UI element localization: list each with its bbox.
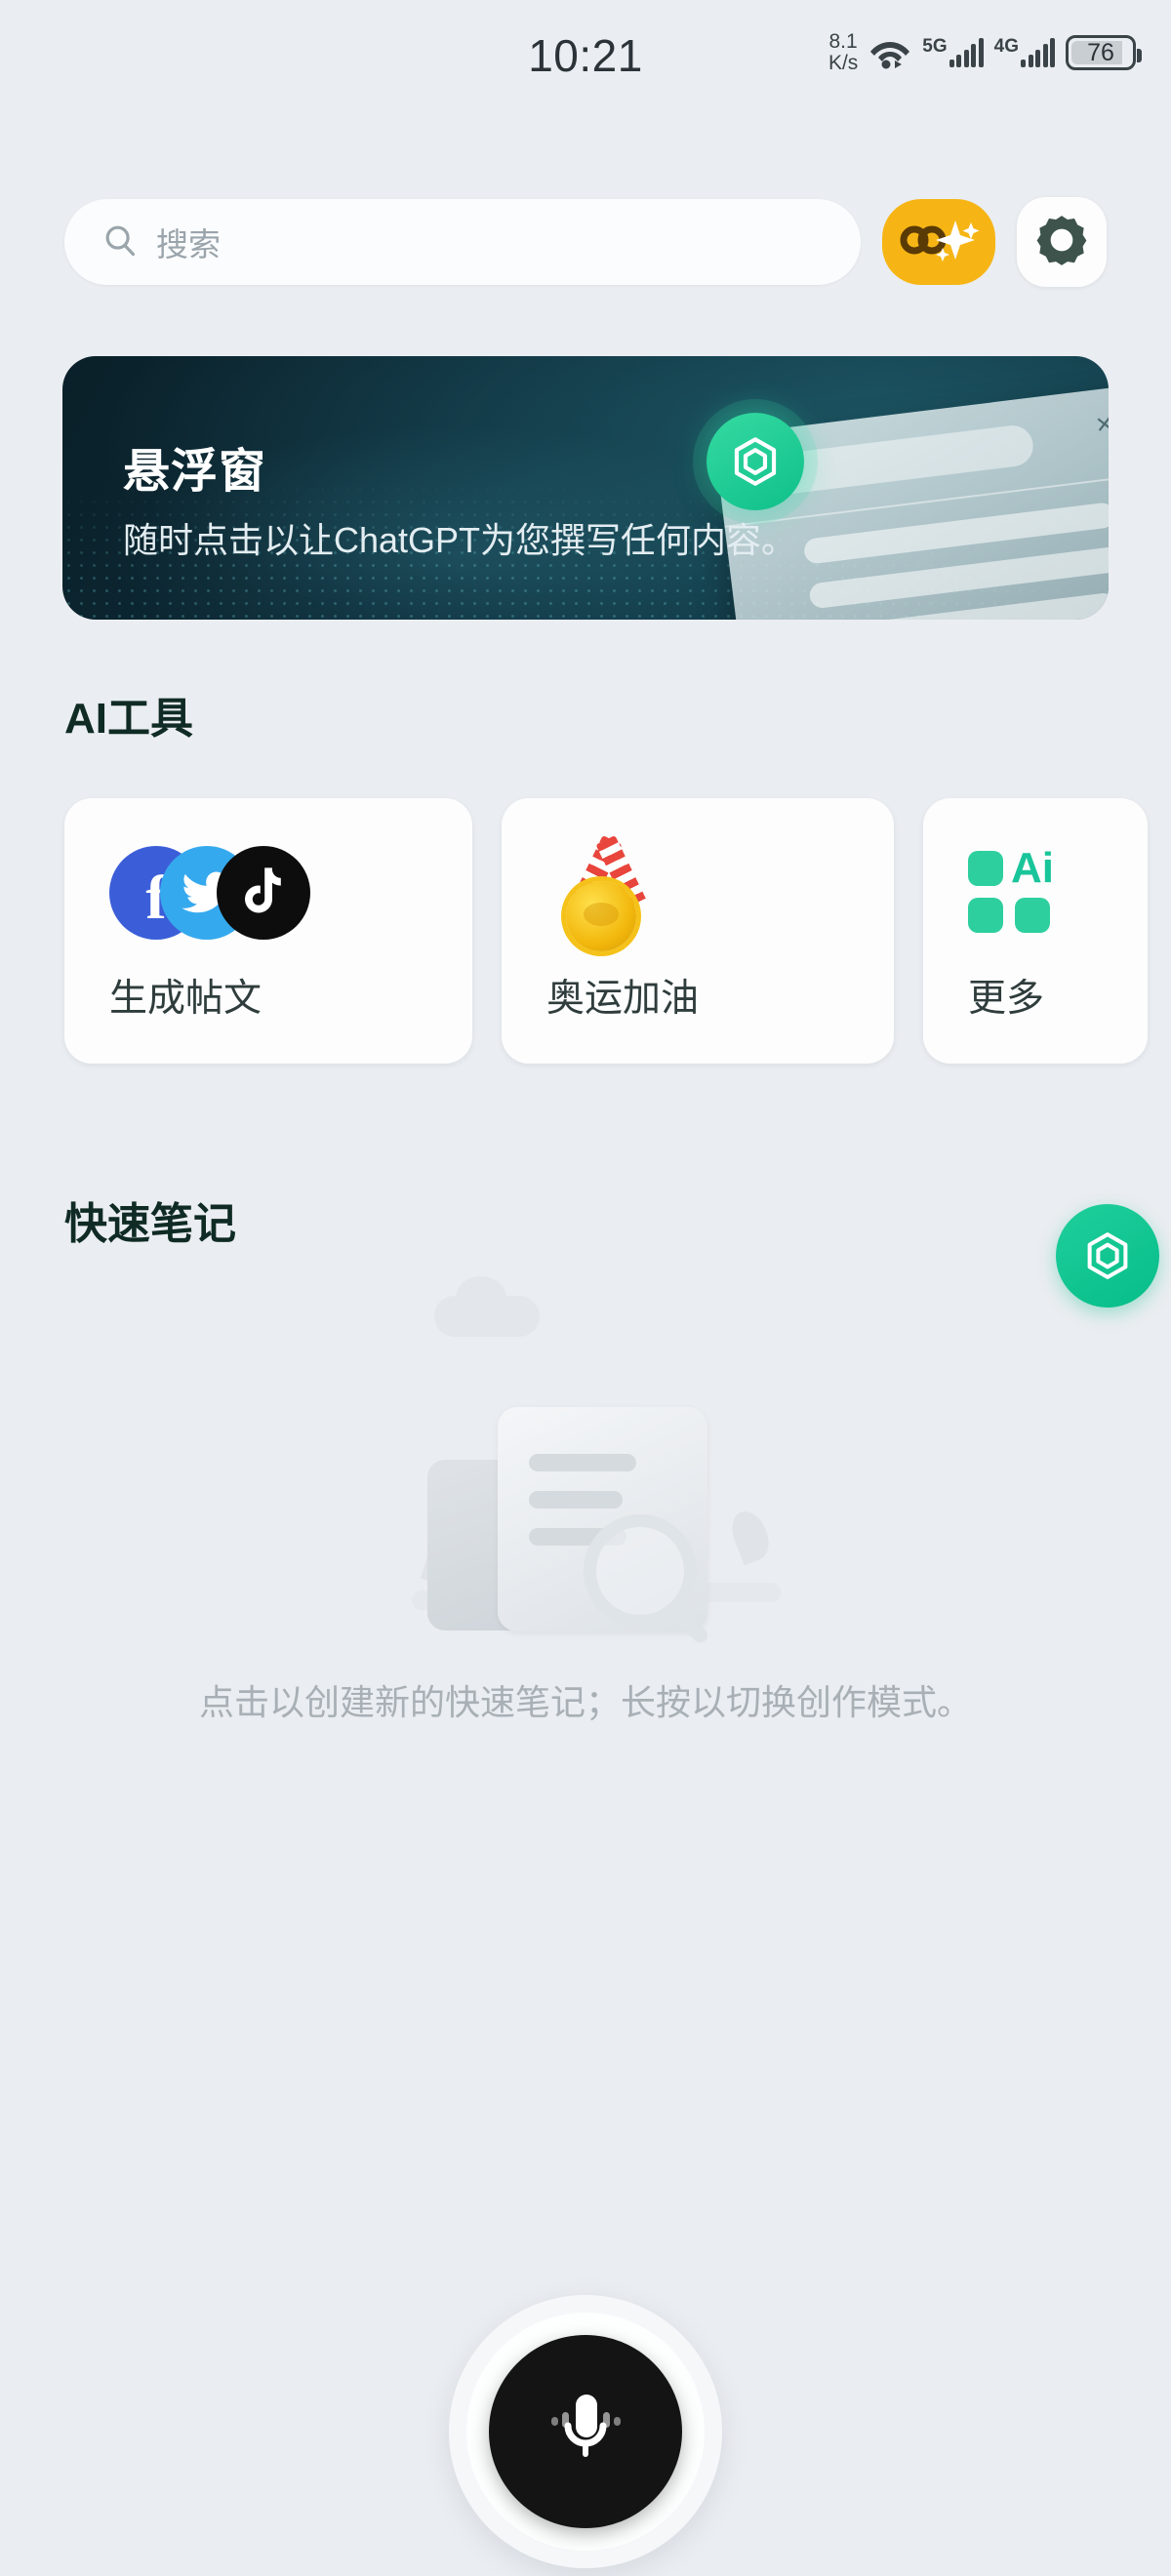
leaf-shape bbox=[725, 1506, 776, 1566]
ai-tool-card-olympics[interactable]: 奥运加油 bbox=[502, 798, 894, 1064]
signal-bars-icon bbox=[949, 38, 984, 67]
grid-square bbox=[1015, 898, 1050, 933]
floating-window-banner[interactable]: × ✎ ✎ 悬浮窗 随时点击以让ChatGPT为您撰写任何内容。 bbox=[62, 356, 1109, 620]
document-text-line bbox=[529, 1491, 623, 1509]
banner-subtitle: 随时点击以让ChatGPT为您撰写任何内容。 bbox=[123, 520, 797, 560]
search-icon bbox=[101, 221, 139, 263]
search-placeholder: 搜索 bbox=[156, 226, 221, 262]
signal-bars-icon bbox=[1021, 38, 1055, 67]
voice-input-control[interactable] bbox=[449, 2295, 722, 2568]
search-input[interactable]: 搜索 bbox=[64, 199, 861, 285]
document-text-line bbox=[529, 1454, 636, 1471]
cellular-5g-indicator: 5G bbox=[922, 36, 984, 67]
ai-grid-icon: Ai bbox=[968, 839, 1148, 946]
gear-icon bbox=[1035, 214, 1088, 271]
top-toolbar: 搜索 bbox=[64, 188, 1107, 296]
banner-text: 悬浮窗 随时点击以让ChatGPT为您撰写任何内容。 bbox=[123, 432, 796, 563]
wifi-icon bbox=[868, 36, 911, 69]
ai-tool-card-more[interactable]: Ai 更多 bbox=[923, 798, 1148, 1064]
ai-wordmark: Ai bbox=[1011, 844, 1054, 892]
ai-tools-section-title: AI工具 bbox=[64, 695, 193, 743]
cellular-5g-label: 5G bbox=[922, 36, 948, 57]
cellular-4g-indicator: 4G bbox=[993, 36, 1055, 67]
ai-tool-card-generate-post[interactable]: f 生成帖文 bbox=[64, 798, 472, 1064]
microphone-icon bbox=[551, 2395, 621, 2457]
social-stack-icon: f bbox=[109, 839, 472, 946]
ai-sparkle-icon bbox=[897, 213, 981, 272]
assistant-button[interactable] bbox=[882, 199, 995, 285]
network-speed-indicator: 8.1 K/s bbox=[828, 31, 858, 74]
document-search-illustration bbox=[381, 1268, 790, 1659]
tiktok-icon bbox=[217, 846, 310, 940]
medal-icon bbox=[546, 835, 894, 951]
ai-tool-card-label: 奥运加油 bbox=[546, 978, 700, 1020]
battery-level-label: 76 bbox=[1087, 38, 1114, 66]
grid-square bbox=[968, 851, 1003, 886]
settings-button[interactable] bbox=[1017, 197, 1107, 287]
battery-indicator: 76 bbox=[1066, 35, 1142, 70]
status-bar: 10:21 8.1 K/s 5G 4G 76 bbox=[0, 0, 1171, 107]
microphone-button[interactable] bbox=[489, 2335, 682, 2528]
status-bar-indicators: 8.1 K/s 5G 4G 76 bbox=[828, 31, 1142, 74]
ai-tools-card-row: f 生成帖文 奥运加油 Ai 更多 bbox=[64, 798, 1148, 1064]
quick-notes-section-title: 快速笔记 bbox=[64, 1200, 236, 1248]
quick-notes-empty-state[interactable]: 点击以创建新的快速笔记；长按以切换创作模式。 bbox=[0, 1268, 1171, 1725]
quick-notes-empty-text: 点击以创建新的快速笔记；长按以切换创作模式。 bbox=[198, 1682, 972, 1722]
cloud-shape bbox=[434, 1276, 540, 1337]
magnifier-icon bbox=[584, 1514, 697, 1628]
medal-disc bbox=[566, 881, 636, 951]
ai-tool-card-label: 生成帖文 bbox=[109, 978, 262, 1020]
grid-square bbox=[968, 898, 1003, 933]
banner-title: 悬浮窗 bbox=[123, 446, 267, 498]
ai-tool-card-label: 更多 bbox=[968, 978, 1045, 1020]
close-icon: × bbox=[1094, 407, 1109, 442]
app-screen: 10:21 8.1 K/s 5G 4G 76 搜索 × 悬浮窗 随时点击以让Ch… bbox=[0, 0, 1171, 2576]
cellular-4g-label: 4G bbox=[993, 36, 1019, 57]
network-speed-unit: K/s bbox=[828, 52, 859, 74]
network-speed-value: 8.1 bbox=[828, 30, 858, 53]
